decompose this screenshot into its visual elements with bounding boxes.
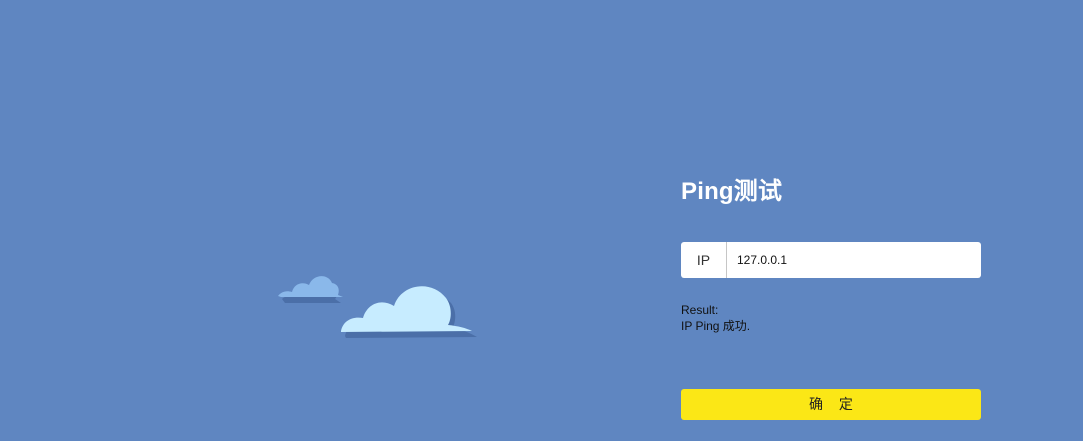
small-cloud-icon xyxy=(278,276,343,303)
ping-result: Result: IP Ping 成功. xyxy=(681,302,981,334)
ip-input[interactable] xyxy=(727,243,981,277)
ping-test-page xyxy=(0,0,1083,441)
small-cloud-body xyxy=(278,276,343,297)
result-message: IP Ping 成功. xyxy=(681,319,751,333)
ping-test-panel: Ping测试 IP Result: IP Ping 成功. 确 定 xyxy=(681,174,981,420)
confirm-button[interactable]: 确 定 xyxy=(681,389,981,420)
page-title: Ping测试 xyxy=(681,178,783,205)
large-cloud-icon xyxy=(341,286,477,338)
ip-label: IP xyxy=(681,242,727,278)
ip-input-group: IP xyxy=(681,242,981,278)
result-label: Result: xyxy=(681,303,719,317)
